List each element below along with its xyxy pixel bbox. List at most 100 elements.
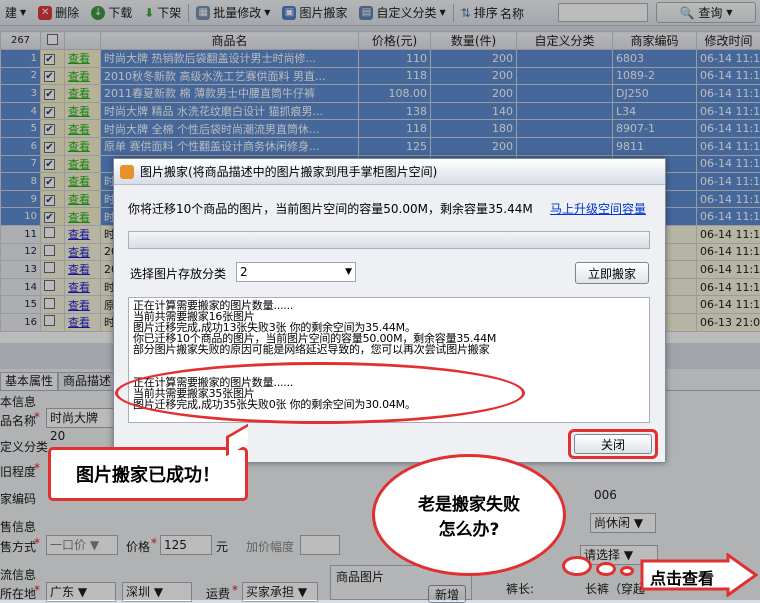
custom-category-button[interactable]: ▤自定义分类▼ (354, 2, 450, 24)
search-label: 查询 (698, 4, 722, 21)
search-button[interactable]: 🔍查询▼ (656, 2, 756, 23)
tab-product-description[interactable]: 商品描述 (58, 372, 116, 390)
view-link-text[interactable]: 查看 (68, 87, 90, 100)
row-checkbox[interactable]: ✔ (41, 137, 65, 155)
image-move-button[interactable]: ▣图片搬家 (277, 2, 352, 24)
view-link[interactable]: 查看 (65, 225, 101, 243)
row-checkbox[interactable] (41, 225, 65, 243)
row-checkbox[interactable]: ✔ (41, 120, 65, 138)
row-checkbox[interactable]: ✔ (41, 173, 65, 191)
column-header-qty[interactable]: 数量(件) (431, 32, 517, 50)
view-link-text[interactable]: 查看 (68, 70, 90, 83)
new-image-button[interactable]: 新增 (428, 585, 466, 603)
view-link[interactable]: 查看 (65, 261, 101, 279)
start-move-button[interactable]: 立即搬家 (575, 262, 649, 284)
click-to-view-text[interactable]: 点击查看 (650, 565, 714, 589)
view-link-text[interactable]: 查看 (68, 140, 90, 153)
view-link-text[interactable]: 查看 (68, 52, 90, 65)
row-checkbox[interactable]: ✔ (41, 208, 65, 226)
checkbox-icon: ✔ (44, 107, 55, 118)
row-checkbox[interactable] (41, 278, 65, 296)
row-checkbox[interactable]: ✔ (41, 102, 65, 120)
column-header-price[interactable]: 价格(元) (359, 32, 431, 50)
view-link[interactable]: 查看 (65, 102, 101, 120)
time-cell: 06-14 11:17 (697, 120, 760, 138)
view-link-text[interactable]: 查看 (68, 193, 90, 206)
table-row[interactable]: 6✔查看原单 赛供面料 个性翻盖设计商务休闲修身...125200981106-… (1, 137, 760, 155)
column-header-name[interactable]: 商品名 (101, 32, 359, 50)
city-select[interactable]: 深圳 ▼ (122, 582, 192, 602)
download-button[interactable]: ↓下载 (86, 2, 137, 24)
view-link-text[interactable]: 查看 (68, 123, 90, 136)
view-link[interactable]: 查看 (65, 190, 101, 208)
table-row[interactable]: 3✔查看2011春夏新款 棉 薄款男士中腰直筒牛仔裤108.00200DJ250… (1, 85, 760, 103)
view-link[interactable]: 查看 (65, 296, 101, 314)
view-link[interactable]: 查看 (65, 208, 101, 226)
checkbox-icon: ✔ (44, 142, 55, 153)
table-row[interactable]: 1✔查看时尚大牌 热销款后袋翻盖设计男士时尚修...110200680306-1… (1, 50, 760, 68)
required-mark: * (34, 583, 40, 597)
create-button[interactable]: 建▼ (0, 2, 31, 24)
row-checkbox[interactable]: ✔ (41, 155, 65, 173)
name-search-input[interactable] (558, 3, 648, 22)
fail-question-bubble: 老是搬家失败 怎么办? (372, 454, 566, 576)
row-checkbox[interactable] (41, 313, 65, 331)
view-link[interactable]: 查看 (65, 243, 101, 261)
view-link[interactable]: 查看 (65, 50, 101, 68)
province-select[interactable]: 广东 ▼ (46, 582, 116, 602)
view-link[interactable]: 查看 (65, 67, 101, 85)
view-link[interactable]: 查看 (65, 85, 101, 103)
select-all-checkbox[interactable] (41, 32, 65, 50)
sale-method-select[interactable]: 一口价 ▼ (46, 535, 118, 555)
row-checkbox[interactable]: ✔ (41, 67, 65, 85)
row-checkbox[interactable]: ✔ (41, 190, 65, 208)
view-link-text[interactable]: 查看 (68, 316, 90, 329)
column-header-category[interactable]: 自定义分类 (517, 32, 613, 50)
view-link-text[interactable]: 查看 (68, 211, 90, 224)
row-checkbox[interactable] (41, 296, 65, 314)
view-link[interactable]: 查看 (65, 155, 101, 173)
sort-button[interactable]: ⇅排序 (456, 2, 503, 24)
row-index: 11 (1, 225, 41, 243)
style-select[interactable]: 尚休闲 ▼ (590, 513, 656, 533)
batch-edit-button[interactable]: ▦批量修改▼ (191, 2, 275, 24)
view-link-text[interactable]: 查看 (68, 228, 90, 241)
category-cell (517, 120, 613, 138)
code-cell: 6803 (613, 50, 697, 68)
product-name-input[interactable]: 时尚大牌 20 (46, 408, 116, 428)
row-checkbox[interactable]: ✔ (41, 85, 65, 103)
view-link-text[interactable]: 查看 (68, 246, 90, 259)
required-mark: * (34, 461, 40, 475)
delist-button[interactable]: ⬇下架 (139, 2, 186, 24)
view-link-text[interactable]: 查看 (68, 263, 90, 276)
view-link-text[interactable]: 查看 (68, 281, 90, 294)
code-cell: 1089-2 (613, 67, 697, 85)
view-link[interactable]: 查看 (65, 137, 101, 155)
column-header-time[interactable]: 修改时间 (697, 32, 760, 50)
view-link[interactable]: 查看 (65, 278, 101, 296)
tab-basic-attributes[interactable]: 基本属性 (0, 372, 58, 390)
view-link-text[interactable]: 查看 (68, 105, 90, 118)
row-checkbox[interactable]: ✔ (41, 50, 65, 68)
view-link[interactable]: 查看 (65, 313, 101, 331)
upgrade-space-link[interactable]: 马上升级空间容量 (550, 200, 646, 217)
delete-button[interactable]: ✕删除 (33, 2, 84, 24)
view-link-text[interactable]: 查看 (68, 158, 90, 171)
price-label: 价格 (126, 538, 150, 555)
progress-bar (128, 231, 650, 249)
row-checkbox[interactable] (41, 261, 65, 279)
view-link[interactable]: 查看 (65, 120, 101, 138)
column-header-code[interactable]: 商家编码 (613, 32, 697, 50)
table-row[interactable]: 2✔查看2010秋冬新款 高级水洗工艺赛供面料 男直...1182001089-… (1, 67, 760, 85)
table-row[interactable]: 4✔查看时尚大牌 精品 水洗花纹磨白设计 猫抓痕男...138140L3406-… (1, 102, 760, 120)
view-link[interactable]: 查看 (65, 173, 101, 191)
close-button[interactable]: 关闭 (574, 434, 652, 454)
view-link-text[interactable]: 查看 (68, 299, 90, 312)
price-input[interactable]: 125 (160, 535, 212, 555)
category-select[interactable]: 2▼ (236, 262, 356, 282)
view-link-text[interactable]: 查看 (68, 175, 90, 188)
table-row[interactable]: 5✔查看时尚大牌 全棉 个性后袋时尚潮流男直筒休...1181808907-10… (1, 120, 760, 138)
markup-input[interactable] (300, 535, 340, 555)
row-checkbox[interactable] (41, 243, 65, 261)
shipping-select[interactable]: 买家承担 ▼ (242, 582, 318, 602)
